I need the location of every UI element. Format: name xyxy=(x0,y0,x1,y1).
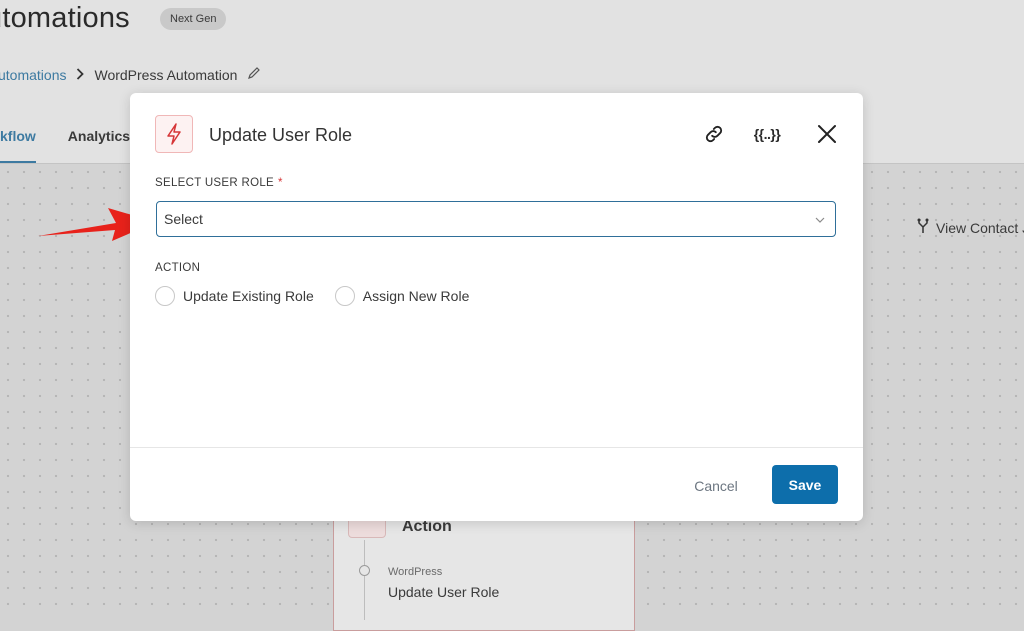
breadcrumb-automations-link[interactable]: utomations xyxy=(0,67,66,83)
update-user-role-modal: Update User Role {{..}} SELECT USER ROLE… xyxy=(130,93,863,521)
cancel-button[interactable]: Cancel xyxy=(678,467,754,505)
node-step-dot xyxy=(359,565,370,576)
radio-update-existing-role[interactable]: Update Existing Role xyxy=(155,286,314,306)
view-contact-button[interactable]: View Contact J xyxy=(916,218,1024,237)
tab-workflow[interactable]: kflow xyxy=(0,118,36,163)
node-connector xyxy=(364,540,365,620)
user-role-select[interactable]: Select xyxy=(156,201,836,237)
close-icon[interactable] xyxy=(812,119,842,149)
radio-circle[interactable] xyxy=(334,286,355,306)
tab-analytics[interactable]: Analytics xyxy=(68,118,130,163)
radio-label: Update Existing Role xyxy=(183,288,314,304)
workflow-tabs: kflow Analytics xyxy=(0,118,130,163)
radio-circle[interactable] xyxy=(155,286,175,306)
modal-title: Update User Role xyxy=(209,125,353,145)
view-contact-label: View Contact J xyxy=(936,219,1024,236)
action-label: ACTION xyxy=(155,262,201,274)
select-user-role-label: SELECT USER ROLE * xyxy=(155,177,283,189)
node-step-integration: WordPress xyxy=(388,566,443,578)
required-marker: * xyxy=(278,177,283,189)
action-radio-group: Update Existing Role Assign New Role xyxy=(155,286,490,306)
bolt-icon xyxy=(155,115,193,153)
save-button[interactable]: Save xyxy=(772,465,838,504)
chevron-down-icon xyxy=(815,210,825,228)
merge-tags-icon[interactable]: {{..}} xyxy=(752,119,782,149)
page-title: utomations xyxy=(0,2,130,34)
node-step-name: Update User Role xyxy=(388,584,500,600)
edit-icon[interactable] xyxy=(247,66,261,83)
breadcrumb-current: WordPress Automation xyxy=(94,66,238,83)
fork-icon xyxy=(916,218,930,237)
user-role-select-value: Select xyxy=(164,211,203,227)
link-icon[interactable] xyxy=(699,119,729,149)
chevron-right-icon xyxy=(76,67,85,83)
radio-label: Assign New Role xyxy=(362,288,470,304)
radio-assign-new-role[interactable]: Assign New Role xyxy=(334,286,470,306)
select-user-role-label-text: SELECT USER ROLE xyxy=(155,177,274,189)
next-gen-badge: Next Gen xyxy=(160,8,227,30)
modal-footer-divider xyxy=(130,447,863,448)
breadcrumb: utomations WordPress Automation xyxy=(0,66,261,83)
